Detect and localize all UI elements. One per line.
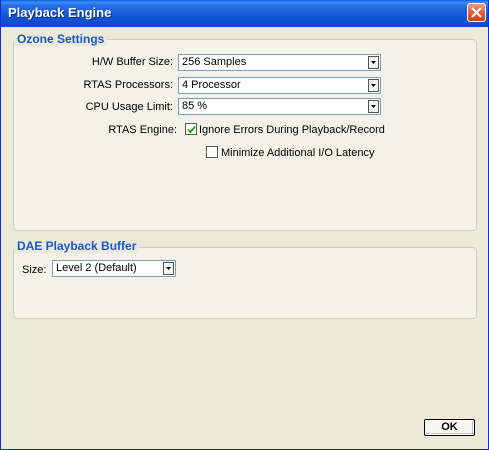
cpu-usage-dropdown-button[interactable] [368, 100, 379, 113]
ignore-errors-checkbox[interactable] [185, 123, 197, 135]
close-button[interactable] [467, 3, 486, 22]
dae-size-select[interactable]: Level 2 (Default) [52, 260, 176, 277]
hw-buffer-select[interactable]: 256 Samples [178, 54, 381, 71]
cpu-usage-select[interactable]: 85 % [178, 98, 381, 115]
chevron-down-icon [166, 267, 171, 270]
hw-buffer-dropdown-button[interactable] [368, 56, 379, 69]
window-title: Playback Engine [8, 5, 112, 20]
dae-size-value: Level 2 (Default) [56, 262, 137, 274]
dae-size-dropdown-button[interactable] [163, 262, 174, 275]
chevron-down-icon [371, 84, 376, 87]
dialog-body: Ozone Settings H/W Buffer Size: 256 Samp… [1, 27, 488, 449]
rtas-processors-dropdown-button[interactable] [368, 79, 379, 92]
minimize-latency-checkbox[interactable] [206, 146, 218, 158]
title-bar[interactable]: Playback Engine [1, 0, 488, 27]
dae-playback-buffer-group [13, 247, 477, 319]
playback-engine-dialog: Playback Engine Ozone Settings H/W Buffe… [0, 0, 489, 450]
chevron-down-icon [371, 61, 376, 64]
size-label: Size: [22, 264, 47, 276]
rtas-processors-label: RTAS Processors: [83, 79, 173, 91]
rtas-engine-label: RTAS Engine: [108, 124, 177, 136]
ozone-settings-title: Ozone Settings [14, 32, 108, 46]
cpu-usage-value: 85 % [182, 100, 208, 112]
dae-playback-buffer-title: DAE Playback Buffer [14, 239, 140, 253]
close-icon [471, 7, 482, 18]
rtas-processors-value: 4 Processor [182, 79, 241, 91]
rtas-processors-select[interactable]: 4 Processor [178, 77, 381, 94]
cpu-usage-label: CPU Usage Limit: [85, 101, 173, 113]
checkmark-icon [187, 125, 196, 134]
hw-buffer-label: H/W Buffer Size: [91, 56, 173, 68]
ok-button[interactable]: OK [424, 419, 475, 436]
ignore-errors-label[interactable]: Ignore Errors During Playback/Record [199, 124, 385, 136]
hw-buffer-value: 256 Samples [182, 56, 247, 68]
chevron-down-icon [371, 105, 376, 108]
minimize-latency-label[interactable]: Minimize Additional I/O Latency [221, 147, 374, 159]
